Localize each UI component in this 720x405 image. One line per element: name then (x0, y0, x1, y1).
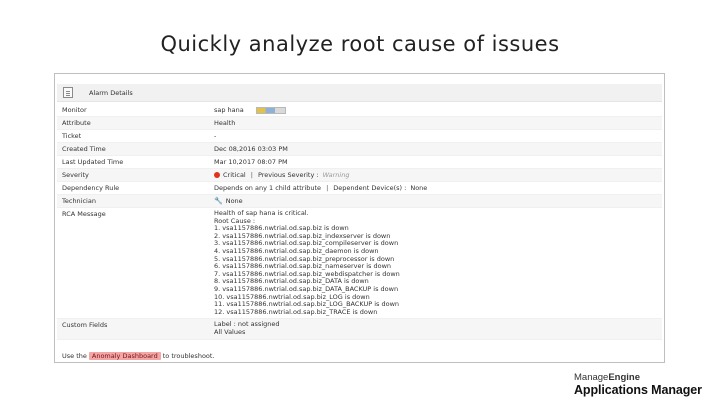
custom-fields-label: Custom Fields (62, 321, 108, 330)
attribute-value: Health (214, 119, 236, 127)
rca-label: RCA Message (62, 210, 106, 218)
panel-header: Alarm Details (57, 84, 662, 102)
updated-time-label: Last Updated Time (62, 158, 124, 166)
dependent-devices-label: Dependent Device(s) : (333, 184, 407, 192)
ticket-label: Ticket (62, 132, 82, 140)
anomaly-dashboard-link[interactable]: Anomaly Dashboard (88, 352, 161, 360)
previous-severity-label: Previous Severity : (257, 171, 319, 179)
brand-company: ManageEngine (574, 373, 720, 383)
ticket-value: - (214, 132, 217, 140)
previous-severity-value: Warning (322, 171, 350, 179)
row-dependency: Dependency Rule Depends on any 1 child a… (57, 182, 662, 195)
row-updated-time: Last Updated Time Mar 10,2017 08:07 PM (57, 156, 662, 169)
footer-suffix: to troubleshoot. (162, 352, 215, 360)
document-icon (63, 87, 73, 98)
critical-status-icon (214, 172, 220, 178)
row-attribute: Attribute Health (57, 117, 662, 130)
dependency-rule-value: Depends on any 1 child attribute (214, 184, 322, 192)
created-time-value: Dec 08,2016 03:03 PM (214, 145, 288, 153)
details-table: Monitor sap hana Attribute Health Ticket… (57, 104, 662, 340)
row-technician: Technician 🔧 None (57, 195, 662, 208)
severity-value: Critical (223, 171, 246, 179)
dependency-label: Dependency Rule (62, 184, 120, 192)
dependent-devices-value: None (410, 184, 428, 192)
updated-time-value: Mar 10,2017 08:07 PM (214, 158, 288, 166)
brand-engine: Engine (608, 372, 641, 383)
created-time-label: Created Time (62, 145, 106, 153)
row-severity: Severity Critical | Previous Severity : … (57, 169, 662, 182)
monitor-value[interactable]: sap hana (214, 106, 244, 114)
brand-logo: ManageEngine Applications Manager (574, 373, 720, 398)
rca-message: Health of sap hana is critical. Root Cau… (214, 209, 400, 316)
row-custom-fields: Custom Fields Label : not assigned All V… (57, 319, 662, 340)
wrench-icon: 🔧 (214, 197, 223, 205)
footer-hint: Use the Anomaly Dashboard to troubleshoo… (57, 352, 662, 360)
row-created-time: Created Time Dec 08,2016 03:03 PM (57, 143, 662, 156)
row-ticket: Ticket - (57, 130, 662, 143)
monitor-type-icon (255, 106, 286, 114)
root-cause-item: 12. vsa1157886.nwtrial.od.sap.biz_TRACE … (214, 307, 378, 316)
severity-separator: | (250, 171, 253, 179)
technician-label: Technician (62, 197, 96, 205)
panel-header-title: Alarm Details (89, 88, 133, 97)
monitor-label: Monitor (62, 106, 87, 114)
technician-value[interactable]: None (226, 197, 243, 205)
dependency-separator: | (326, 184, 329, 192)
slide-title: Quickly analyze root cause of issues (160, 32, 560, 56)
attribute-label: Attribute (62, 119, 91, 127)
custom-field-all-values: All Values (214, 327, 246, 336)
brand-product: Applications Manager (574, 383, 702, 397)
row-rca-message: RCA Message Health of sap hana is critic… (57, 208, 662, 320)
footer-prefix: Use the (62, 352, 87, 360)
severity-label: Severity (62, 171, 89, 179)
brand-manage: Manage (574, 372, 609, 383)
row-monitor: Monitor sap hana (57, 104, 662, 117)
alarm-details-panel: Alarm Details Monitor sap hana Attribute… (54, 73, 665, 363)
